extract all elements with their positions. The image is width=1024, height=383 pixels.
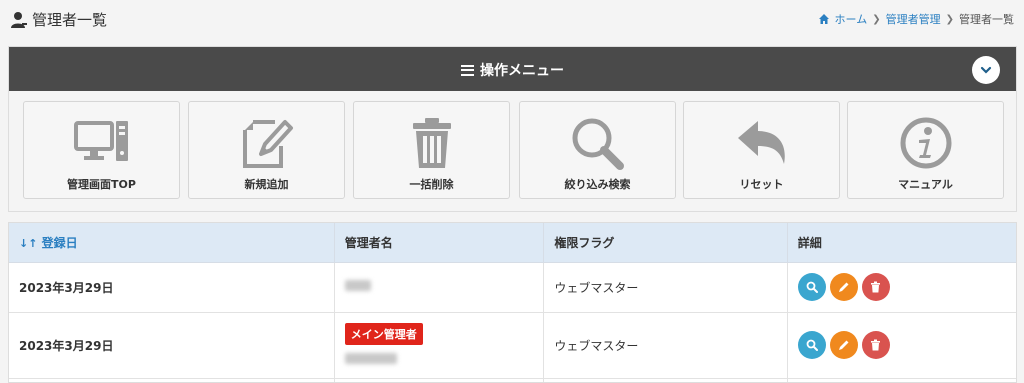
chevron-right-icon: ❯ <box>945 13 954 25</box>
row-role: ウェブマスター <box>543 312 788 379</box>
edit-button[interactable] <box>829 331 858 359</box>
search-icon <box>806 339 818 351</box>
user-icon <box>11 11 27 28</box>
column-header-role: 権限フラグ <box>543 223 788 263</box>
reply-arrow-icon <box>737 121 785 164</box>
operation-menu-title: 操作メニュー <box>9 60 1016 80</box>
operation-menu-panel: 操作メニュー 管理画面TOP 新規追加 一括削除 絞り込み検索 リセット マニュ… <box>8 46 1017 212</box>
operation-menu-label: 操作メニュー <box>480 63 564 79</box>
page-header: 管理者一覧 ホーム ❯ 管理者管理 ❯ 管理者一覧 <box>0 0 1024 36</box>
main-admin-badge: メイン管理者 <box>344 323 423 345</box>
table-row: 2023年3月29日 メイン管理者 ウェブマスター <box>9 312 1016 379</box>
page-title: 管理者一覧 <box>10 9 107 30</box>
filter-search-label: 絞り込み検索 <box>564 178 631 191</box>
bulk-delete-label: 一括削除 <box>409 178 454 191</box>
trash-icon <box>871 339 881 351</box>
admin-top-button[interactable]: 管理画面TOP <box>23 101 180 199</box>
info-icon <box>900 117 951 169</box>
view-button[interactable] <box>797 331 826 359</box>
search-icon <box>806 281 818 293</box>
redacted-name <box>344 353 397 364</box>
chevron-right-icon: ❯ <box>872 13 881 25</box>
admin-top-label: 管理画面TOP <box>67 178 136 191</box>
table-row <box>9 378 1016 382</box>
search-icon <box>572 118 624 170</box>
breadcrumb-section-link[interactable]: 管理者管理 <box>886 11 941 27</box>
add-new-button[interactable]: 新規追加 <box>188 101 345 199</box>
breadcrumb-current: 管理者一覧 <box>959 13 1014 26</box>
breadcrumb: ホーム ❯ 管理者管理 ❯ 管理者一覧 <box>818 11 1014 27</box>
trash-icon <box>871 281 881 293</box>
menu-collapse-button[interactable] <box>972 56 1000 84</box>
table-header-row: ↓↑ 登録日 管理者名 権限フラグ 詳細 <box>9 223 1016 263</box>
breadcrumb-home-link[interactable]: ホーム <box>835 11 868 27</box>
sort-icon: ↓↑ <box>19 236 38 250</box>
trash-icon <box>412 118 451 168</box>
reset-label: リセット <box>739 178 784 191</box>
row-admin-name: メイン管理者 <box>334 312 545 379</box>
pencil-icon <box>838 282 849 292</box>
delete-button[interactable] <box>861 273 890 301</box>
manual-label: マニュアル <box>898 178 953 191</box>
admin-table: ↓↑ 登録日 管理者名 権限フラグ 詳細 2023年3月29日 ウェブマスター <box>8 222 1017 383</box>
row-admin-name <box>334 262 545 313</box>
add-new-label: 新規追加 <box>244 178 289 191</box>
edit-note-icon <box>242 120 293 168</box>
column-header-name: 管理者名 <box>334 223 545 263</box>
chevron-down-icon <box>980 66 992 74</box>
row-actions <box>787 312 1016 379</box>
view-button[interactable] <box>797 273 826 301</box>
column-header-date-label: 登録日 <box>41 235 78 250</box>
monitor-icon <box>73 121 128 161</box>
hamburger-icon <box>461 64 474 76</box>
filter-search-button[interactable]: 絞り込み検索 <box>519 101 676 199</box>
delete-button[interactable] <box>861 331 890 359</box>
column-header-date[interactable]: ↓↑ 登録日 <box>9 223 335 263</box>
table-row: 2023年3月29日 ウェブマスター <box>9 262 1016 313</box>
row-date: 2023年3月29日 <box>9 262 335 313</box>
row-role: ウェブマスター <box>543 262 788 313</box>
row-date: 2023年3月29日 <box>9 312 335 379</box>
bulk-delete-button[interactable]: 一括削除 <box>353 101 510 199</box>
edit-button[interactable] <box>829 273 858 301</box>
row-actions <box>787 262 1016 313</box>
redacted-name <box>344 280 371 291</box>
pencil-icon <box>838 340 849 350</box>
manual-button[interactable]: マニュアル <box>847 101 1004 199</box>
page-title-text: 管理者一覧 <box>32 11 108 29</box>
reset-button[interactable]: リセット <box>683 101 840 199</box>
column-header-details: 詳細 <box>787 223 1016 263</box>
home-icon[interactable] <box>818 13 830 25</box>
operation-menu-bar: 操作メニュー <box>9 47 1016 91</box>
